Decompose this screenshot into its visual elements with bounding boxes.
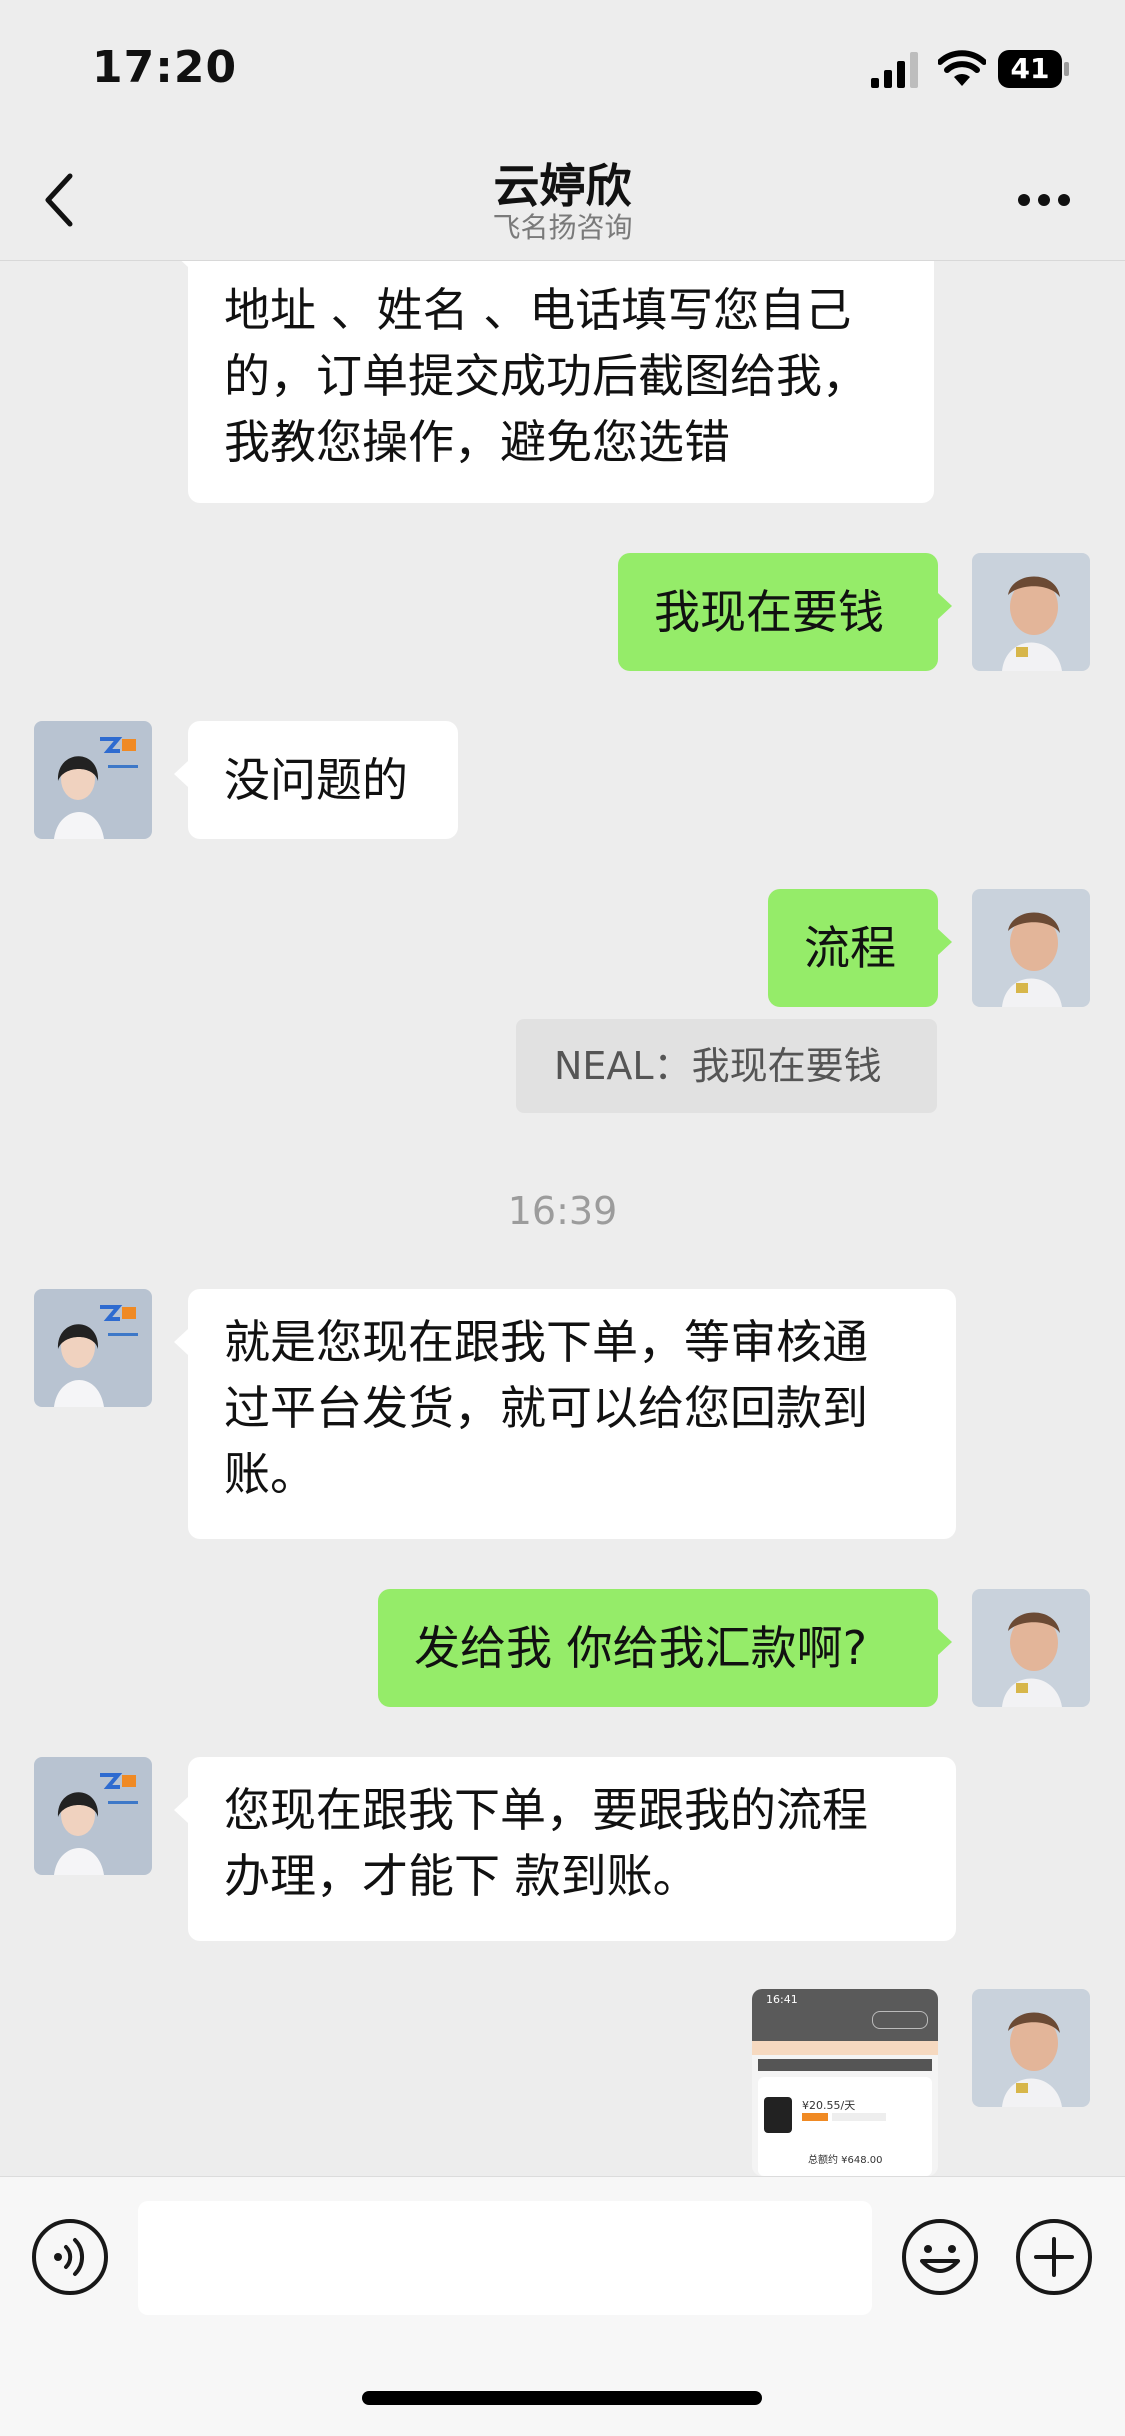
message-bubble-outgoing[interactable]: 发给我 你给我汇款啊?: [378, 1589, 952, 1707]
message-line: 您现在跟我下单，要跟我的流程: [224, 1783, 868, 1837]
quoted-message[interactable]: NEAL：我现在要钱: [516, 1019, 937, 1113]
avatar-contact-image: [34, 1757, 152, 1875]
message-list[interactable]: 地址 、姓名 、电话填写您自己 的，订单提交成功后截图给我， 我教您操作，避免您…: [0, 261, 1125, 2176]
message-line: 办理，才能下 款到账。: [224, 1849, 699, 1903]
screenshot-banner: [752, 2041, 938, 2055]
message-line: 账。: [224, 1447, 316, 1501]
battery-level: 41: [998, 50, 1062, 88]
more-icon[interactable]: [1016, 192, 1072, 208]
avatar-self[interactable]: [972, 1589, 1090, 1707]
message-line: 过平台发货，就可以给您回款到: [224, 1381, 868, 1435]
avatar-self[interactable]: [972, 553, 1090, 671]
message-line: 我教您操作，避免您选错: [224, 415, 730, 469]
message-input[interactable]: [138, 2201, 872, 2315]
chat-header: 云婷欣 飞名扬咨询: [0, 140, 1125, 261]
wifi-icon: [938, 50, 986, 86]
message-bubble-outgoing[interactable]: 我现在要钱: [618, 553, 952, 671]
message-line: 地址 、姓名 、电话填写您自己: [224, 283, 852, 337]
image-message[interactable]: 16:41 ¥20.55/天 总额约 ¥648.00: [752, 1989, 938, 2176]
screenshot-time: 16:41: [766, 1993, 798, 2006]
screenshot-orange-tag: [802, 2113, 828, 2121]
avatar-self[interactable]: [972, 1989, 1090, 2107]
battery-tip: [1064, 62, 1069, 76]
message-bubble-incoming[interactable]: 地址 、姓名 、电话填写您自己 的，订单提交成功后截图给我， 我教您操作，避免您…: [174, 261, 934, 503]
screenshot-bar: [758, 2059, 932, 2071]
screenshot-topbar: 16:41: [752, 1989, 938, 2041]
message-bubble-incoming[interactable]: 没问题的: [174, 721, 458, 839]
screenshot-card: ¥20.55/天 总额约 ¥648.00: [758, 2077, 932, 2176]
message-line: 的，订单提交成功后截图给我，: [224, 349, 868, 403]
screenshot-phone-thumb: [764, 2097, 792, 2133]
plus-icon[interactable]: [1014, 2217, 1094, 2297]
status-time: 17:20: [92, 42, 238, 93]
message-bubble-incoming[interactable]: 您现在跟我下单，要跟我的流程 办理，才能下 款到账。: [174, 1757, 956, 1941]
avatar-contact-image: [34, 1289, 152, 1407]
cellular-signal-icon: [871, 52, 918, 88]
screenshot-total: 总额约 ¥648.00: [808, 2155, 883, 2166]
avatar-contact[interactable]: [34, 721, 152, 839]
avatar-self-image: [972, 1989, 1090, 2107]
emoji-icon[interactable]: [900, 2217, 980, 2297]
avatar-self-image: [972, 553, 1090, 671]
home-indicator: [362, 2391, 762, 2405]
avatar-contact[interactable]: [34, 1757, 152, 1875]
avatar-self[interactable]: [972, 889, 1090, 1007]
screenshot-price: ¥20.55/天: [802, 2099, 856, 2112]
status-bar: 17:20 41: [0, 0, 1125, 140]
battery-icon: 41: [998, 50, 1072, 88]
voice-icon[interactable]: [30, 2217, 110, 2297]
avatar-contact[interactable]: [34, 1289, 152, 1407]
message-bubble-incoming[interactable]: 就是您现在跟我下单，等审核通 过平台发货，就可以给您回款到 账。: [174, 1289, 956, 1539]
avatar-self-image: [972, 1589, 1090, 1707]
screenshot-gray-line: [832, 2113, 886, 2121]
message-line: 就是您现在跟我下单，等审核通: [224, 1315, 868, 1369]
message-bubble-outgoing[interactable]: 流程: [768, 889, 952, 1007]
avatar-self-image: [972, 889, 1090, 1007]
chat-subtitle: 飞名扬咨询: [492, 211, 633, 244]
input-bar: [0, 2176, 1125, 2436]
message-timestamp: 16:39: [507, 1189, 618, 1233]
screenshot-capsule: [872, 2011, 928, 2029]
avatar-contact-image: [34, 721, 152, 839]
